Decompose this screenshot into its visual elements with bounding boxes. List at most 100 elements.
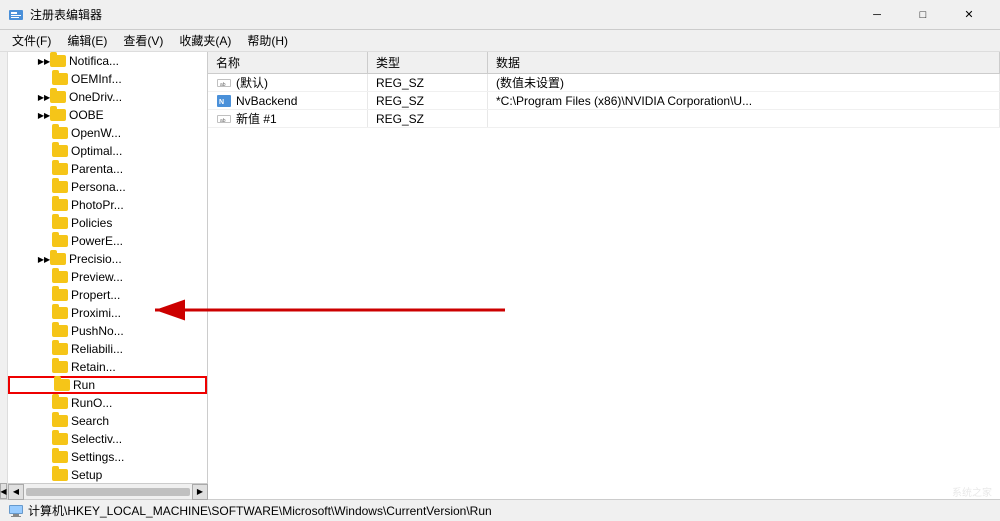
tree-label-precisio: Precisio... xyxy=(69,252,122,266)
tree-label-notifica: Notifica... xyxy=(69,54,119,68)
cell-name-newval: ab 新值 #1 xyxy=(208,110,368,127)
close-button[interactable]: ✕ xyxy=(946,0,992,30)
table-row[interactable]: ab 新值 #1 REG_SZ xyxy=(208,110,1000,128)
scroll-right-arrow[interactable]: ▶ xyxy=(192,484,208,500)
tree-label-photopr: PhotoPr... xyxy=(71,198,124,212)
folder-icon-propert xyxy=(52,288,68,302)
tree-item-powere[interactable]: PowerE... xyxy=(8,232,207,250)
tree-item-optimal[interactable]: Optimal... xyxy=(8,142,207,160)
tree-label-preview: Preview... xyxy=(71,270,123,284)
tree-item-setup[interactable]: Setup xyxy=(8,466,207,484)
cell-data-newval xyxy=(488,110,1000,127)
tree-item-pushno[interactable]: PushNo... xyxy=(8,322,207,340)
scroll-left-btn[interactable]: ◀ xyxy=(0,483,7,499)
tree-label-oeminf: OEMInf... xyxy=(71,72,122,86)
status-bar: 计算机\HKEY_LOCAL_MACHINE\SOFTWARE\Microsof… xyxy=(0,499,1000,521)
folder-icon-policies xyxy=(52,216,68,230)
minimize-button[interactable]: ─ xyxy=(854,0,900,30)
tree-item-persona[interactable]: Persona... xyxy=(8,178,207,196)
status-path: 计算机\HKEY_LOCAL_MACHINE\SOFTWARE\Microsof… xyxy=(28,502,492,519)
tree-item-onedrive[interactable]: ▶ OneDriv... xyxy=(8,88,207,106)
tree-label-oobe: OOBE xyxy=(69,108,104,122)
folder-icon-powere xyxy=(52,234,68,248)
tree-arrow-notifica: ▶ xyxy=(38,54,50,68)
folder-icon-proximi xyxy=(52,306,68,320)
svg-text:ab: ab xyxy=(220,118,226,124)
tree-label-reliabili: Reliabili... xyxy=(71,342,123,356)
folder-icon-precisio xyxy=(50,252,66,266)
menu-file[interactable]: 文件(F) xyxy=(4,30,59,52)
tree-arrow-precisio: ▶ xyxy=(38,252,50,266)
tree-item-oeminf[interactable]: OEMInf... xyxy=(8,70,207,88)
tree-item-runo[interactable]: RunO... xyxy=(8,394,207,412)
folder-icon-parenta xyxy=(52,162,68,176)
tree-arrow-onedrive: ▶ xyxy=(38,90,50,104)
folder-icon-runo xyxy=(52,396,68,410)
cell-data-default: (数值未设置) xyxy=(488,74,1000,91)
cell-name-nvbackend: N NvBackend xyxy=(208,92,368,109)
tree-label-powere: PowerE... xyxy=(71,234,123,248)
tree-item-propert[interactable]: Propert... xyxy=(8,286,207,304)
folder-icon-pushno xyxy=(52,324,68,338)
menu-help[interactable]: 帮助(H) xyxy=(239,30,296,52)
folder-icon-openw xyxy=(52,126,68,140)
folder-icon-reliabili xyxy=(52,342,68,356)
table-body[interactable]: ab (默认) REG_SZ (数值未设置) N xyxy=(208,74,1000,499)
tree-arrow-oobe: ▶ xyxy=(38,108,50,122)
menu-bar: 文件(F) 编辑(E) 查看(V) 收藏夹(A) 帮助(H) xyxy=(0,30,1000,52)
main-content: ◀ ▶ Notifica... OEMInf... ▶ xyxy=(0,52,1000,499)
tree-panel: ▶ Notifica... OEMInf... ▶ OneDriv... ▶ xyxy=(8,52,208,499)
scroll-left-arrow[interactable]: ◀ xyxy=(8,484,24,500)
folder-icon-selectiv xyxy=(52,432,68,446)
tree-label-parenta: Parenta... xyxy=(71,162,123,176)
reg-sz-icon: ab xyxy=(216,76,232,90)
folder-icon-photopr xyxy=(52,198,68,212)
col-header-data[interactable]: 数据 xyxy=(488,52,1000,73)
tree-label-setup: Setup xyxy=(71,468,102,482)
tree-label-pushno: PushNo... xyxy=(71,324,124,338)
h-scroll-thumb xyxy=(26,488,190,496)
tree-label-search: Search xyxy=(71,414,109,428)
tree-label-selectiv: Selectiv... xyxy=(71,432,122,446)
h-scrollbar[interactable]: ◀ ▶ xyxy=(8,483,208,499)
folder-icon-oeminf xyxy=(52,72,68,86)
tree-item-selectiv[interactable]: Selectiv... xyxy=(8,430,207,448)
cell-type-newval: REG_SZ xyxy=(368,110,488,127)
menu-edit[interactable]: 编辑(E) xyxy=(59,30,115,52)
col-header-name[interactable]: 名称 xyxy=(208,52,368,73)
tree-item-search[interactable]: Search xyxy=(8,412,207,430)
folder-icon-preview xyxy=(52,270,68,284)
table-row[interactable]: ab (默认) REG_SZ (数值未设置) xyxy=(208,74,1000,92)
tree-item-oobe[interactable]: ▶ OOBE xyxy=(8,106,207,124)
tree-item-precisio[interactable]: ▶ Precisio... xyxy=(8,250,207,268)
tree-item-preview[interactable]: Preview... xyxy=(8,268,207,286)
tree-item-openw[interactable]: OpenW... xyxy=(8,124,207,142)
tree-item-settings[interactable]: Settings... xyxy=(8,448,207,466)
watermark: 系统之家 xyxy=(952,484,992,499)
folder-icon-run xyxy=(54,378,70,392)
tree-item-reliabili[interactable]: Reliabili... xyxy=(8,340,207,358)
tree-item-run[interactable]: Run xyxy=(8,376,207,394)
table-row[interactable]: N NvBackend REG_SZ *C:\Program Files (x8… xyxy=(208,92,1000,110)
tree-label-onedrive: OneDriv... xyxy=(69,90,122,104)
tree-label-persona: Persona... xyxy=(71,180,126,194)
right-panel: 名称 类型 数据 ab (默 xyxy=(208,52,1000,499)
menu-view[interactable]: 查看(V) xyxy=(115,30,171,52)
tree-scroll[interactable]: ▶ Notifica... OEMInf... ▶ OneDriv... ▶ xyxy=(8,52,207,499)
table-header: 名称 类型 数据 xyxy=(208,52,1000,74)
col-header-type[interactable]: 类型 xyxy=(368,52,488,73)
tree-item-retain[interactable]: Retain... xyxy=(8,358,207,376)
app-icon xyxy=(8,7,24,23)
folder-icon-settings xyxy=(52,450,68,464)
tree-label-proximi: Proximi... xyxy=(71,306,121,320)
menu-favorites[interactable]: 收藏夹(A) xyxy=(171,30,239,52)
nvbackend-icon: N xyxy=(216,94,232,108)
tree-item-parenta[interactable]: Parenta... xyxy=(8,160,207,178)
maximize-button[interactable]: □ xyxy=(900,0,946,30)
tree-item-proximi[interactable]: Proximi... xyxy=(8,304,207,322)
tree-item-policies[interactable]: Policies xyxy=(8,214,207,232)
cell-type-default: REG_SZ xyxy=(368,74,488,91)
tree-item-notifica[interactable]: ▶ Notifica... xyxy=(8,52,207,70)
tree-item-photopr[interactable]: PhotoPr... xyxy=(8,196,207,214)
folder-icon-retain xyxy=(52,360,68,374)
